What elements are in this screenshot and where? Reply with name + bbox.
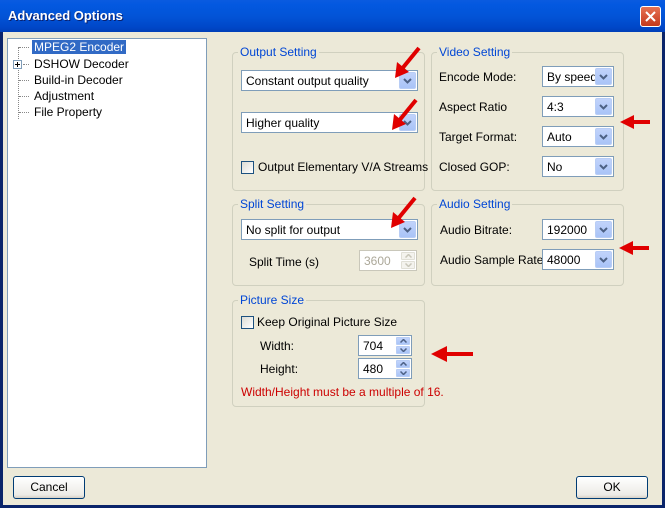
picture-size-group: Picture Size Keep Original Picture Size … (232, 294, 444, 407)
closed-gop-select[interactable]: No (542, 156, 614, 177)
audio-bitrate-select[interactable]: 192000 (542, 219, 614, 240)
encode-mode-select[interactable]: By speed (542, 66, 614, 87)
red-arrow-icon (620, 115, 650, 129)
split-setting-legend: Split Setting (238, 197, 307, 211)
tree-item-label: Build-in Decoder (34, 73, 123, 87)
tree-item-label: Adjustment (34, 89, 95, 103)
chevron-down-icon[interactable] (595, 68, 612, 85)
encode-mode-label: Encode Mode: (439, 70, 517, 84)
chevron-down-icon[interactable] (595, 128, 612, 145)
ok-button[interactable]: OK (576, 476, 648, 499)
audio-bitrate-label: Audio Bitrate: (440, 223, 513, 237)
tree-connector (19, 112, 29, 113)
output-setting-legend: Output Setting (238, 45, 319, 59)
dialog-client-area: MPEG2 Encoder DSHOW Decoder Build-in Dec… (3, 32, 662, 505)
tree-item-label: DSHOW Decoder (34, 57, 129, 71)
keep-original-size-label: Keep Original Picture Size (257, 315, 398, 329)
expand-icon[interactable] (13, 60, 22, 69)
tree-connector (18, 47, 19, 119)
split-time-label: Split Time (s) (249, 255, 320, 269)
stepper-down-icon[interactable] (396, 369, 410, 377)
red-arrow-icon (395, 46, 421, 78)
height-label: Height: (260, 362, 299, 376)
chevron-down-icon[interactable] (595, 251, 612, 268)
tree-connector (19, 96, 29, 97)
target-format-label: Target Format: (439, 130, 518, 144)
chevron-down-icon[interactable] (595, 221, 612, 238)
width-label: Width: (260, 339, 295, 353)
output-mode-value: Constant output quality (246, 74, 369, 88)
title-bar[interactable]: Advanced Options (0, 0, 665, 32)
split-time-value: 3600 (364, 254, 391, 268)
red-arrow-icon (391, 196, 417, 228)
tree-item-mpeg2-encoder[interactable]: MPEG2 Encoder (32, 39, 127, 55)
tree-item-dshow-decoder[interactable]: DSHOW Decoder (34, 56, 129, 72)
category-tree[interactable]: MPEG2 Encoder DSHOW Decoder Build-in Dec… (7, 38, 207, 468)
width-stepper[interactable]: 704 (358, 335, 412, 356)
size-warning-text: Width/Height must be a multiple of 16. (241, 385, 444, 399)
tree-item-file-property[interactable]: File Property (34, 104, 102, 120)
elementary-streams-label: Output Elementary V/A Streams (258, 160, 429, 174)
stepper-buttons (396, 337, 410, 354)
aspect-ratio-label: Aspect Ratio (439, 100, 508, 114)
audio-sample-rate-select[interactable]: 48000 (542, 249, 614, 270)
stepper-buttons (396, 360, 410, 377)
stepper-up-icon[interactable] (396, 360, 410, 368)
stepper-down-icon[interactable] (401, 261, 415, 269)
audio-setting-group: Audio Setting Audio Bitrate: 192000 Audi… (431, 198, 624, 286)
stepper-up-icon[interactable] (396, 337, 410, 345)
close-button[interactable] (640, 6, 661, 27)
aspect-ratio-value: 4:3 (547, 100, 564, 114)
output-quality-value: Higher quality (246, 116, 320, 130)
close-icon (645, 11, 656, 22)
split-time-stepper[interactable]: 3600 (359, 250, 417, 271)
audio-setting-legend: Audio Setting (437, 197, 513, 211)
tree-connector (19, 47, 29, 48)
width-value: 704 (363, 339, 384, 353)
stepper-up-icon[interactable] (401, 252, 415, 260)
advanced-options-window: Advanced Options MPEG2 Encoder DSHOW Dec… (0, 0, 665, 508)
chevron-down-icon[interactable] (595, 98, 612, 115)
tree-item-label: File Property (34, 105, 103, 119)
red-arrow-icon (431, 346, 473, 362)
closed-gop-value: No (547, 160, 563, 174)
keep-original-size-checkbox[interactable] (241, 316, 254, 329)
audio-sample-rate-value: 48000 (547, 253, 581, 267)
split-mode-value: No split for output (246, 223, 341, 237)
red-arrow-icon (619, 241, 649, 255)
elementary-streams-checkbox[interactable] (241, 161, 254, 174)
cancel-button[interactable]: Cancel (13, 476, 85, 499)
chevron-down-icon[interactable] (595, 158, 612, 175)
target-format-value: Auto (547, 130, 572, 144)
picture-size-legend: Picture Size (238, 293, 307, 307)
video-setting-group: Video Setting Encode Mode: By speed Aspe… (431, 46, 624, 191)
target-format-select[interactable]: Auto (542, 126, 614, 147)
stepper-down-icon[interactable] (396, 346, 410, 354)
height-value: 480 (363, 362, 384, 376)
tree-connector (23, 64, 29, 65)
audio-sample-rate-label: Audio Sample Rate: (440, 253, 547, 267)
tree-item-label: MPEG2 Encoder (32, 40, 127, 54)
closed-gop-label: Closed GOP: (439, 160, 510, 174)
tree-connector (19, 80, 29, 81)
audio-bitrate-value: 192000 (547, 223, 588, 237)
tree-item-adjustment[interactable]: Adjustment (34, 88, 94, 104)
encode-mode-value: By speed (547, 70, 598, 84)
stepper-buttons (401, 252, 415, 269)
aspect-ratio-select[interactable]: 4:3 (542, 96, 614, 117)
window-title: Advanced Options (8, 8, 123, 23)
video-setting-legend: Video Setting (437, 45, 513, 59)
height-stepper[interactable]: 480 (358, 358, 412, 379)
red-arrow-icon (392, 98, 418, 130)
tree-item-build-in-decoder[interactable]: Build-in Decoder (34, 72, 123, 88)
